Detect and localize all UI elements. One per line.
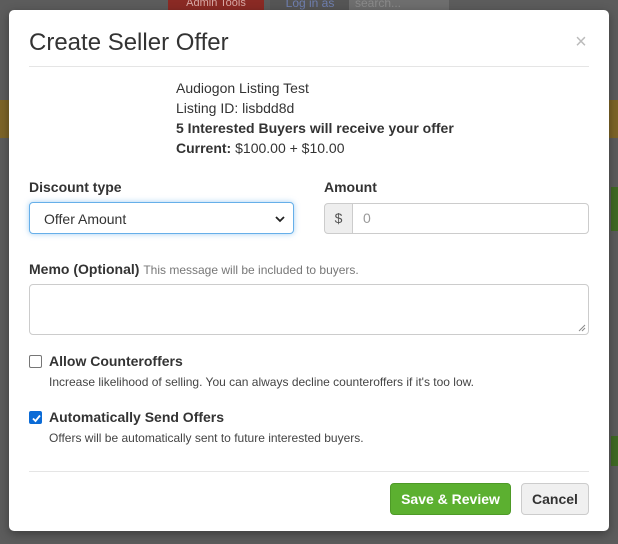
memo-label-text: Memo (Optional) xyxy=(29,261,140,277)
background-green-element xyxy=(611,187,618,231)
checkmark-icon xyxy=(32,414,41,423)
current-price-value: $100.00 + $10.00 xyxy=(231,140,345,156)
background-search-input: search... xyxy=(349,0,449,10)
background-admin-tools-button: Admin Tools xyxy=(168,0,264,10)
memo-label: Memo (Optional) This message will be inc… xyxy=(29,260,359,279)
modal-header: Create Seller Offer × xyxy=(29,10,589,67)
listing-title: Audiogon Listing Test xyxy=(176,80,309,96)
memo-hint: This message will be included to buyers. xyxy=(143,263,359,277)
discount-type-select[interactable]: Offer Amount xyxy=(29,202,294,234)
background-log-in-as-link: Log in as xyxy=(270,0,350,10)
memo-textarea[interactable] xyxy=(29,284,589,335)
background-banner-right xyxy=(608,100,618,138)
amount-input[interactable]: 0 xyxy=(352,203,589,234)
close-icon[interactable]: × xyxy=(573,32,589,52)
allow-counteroffers-label[interactable]: Allow Counteroffers xyxy=(49,352,183,370)
footer-divider xyxy=(29,471,589,472)
currency-addon: $ xyxy=(324,203,353,234)
current-price: Current: $100.00 + $10.00 xyxy=(176,138,454,158)
resize-handle-icon[interactable] xyxy=(578,324,586,332)
allow-counteroffers-checkbox[interactable] xyxy=(29,355,42,368)
chevron-down-icon xyxy=(275,216,285,223)
background-bottom xyxy=(0,531,618,544)
discount-type-label: Discount type xyxy=(29,179,122,195)
cancel-button[interactable]: Cancel xyxy=(521,483,589,515)
discount-type-value: Offer Amount xyxy=(44,211,127,227)
listing-id: Listing ID: lisbdd8d xyxy=(176,100,295,116)
amount-input-group: $ 0 xyxy=(324,203,589,234)
modal-title: Create Seller Offer xyxy=(29,29,229,56)
auto-send-offers-label[interactable]: Automatically Send Offers xyxy=(49,408,224,426)
save-and-review-button[interactable]: Save & Review xyxy=(390,483,511,515)
interested-buyers-text: 5 Interested Buyers will receive your of… xyxy=(176,120,454,136)
allow-counteroffers-help: Increase likelihood of selling. You can … xyxy=(49,375,474,389)
create-seller-offer-modal: Create Seller Offer × Audiogon Listing T… xyxy=(9,10,609,531)
amount-label: Amount xyxy=(324,179,377,195)
background-green-element xyxy=(611,436,618,466)
current-price-label: Current: xyxy=(176,140,232,156)
auto-send-offers-help: Offers will be automatically sent to fut… xyxy=(49,431,364,445)
listing-info: Audiogon Listing Test Listing ID: lisbdd… xyxy=(176,78,454,158)
auto-send-offers-checkbox[interactable] xyxy=(29,411,42,424)
